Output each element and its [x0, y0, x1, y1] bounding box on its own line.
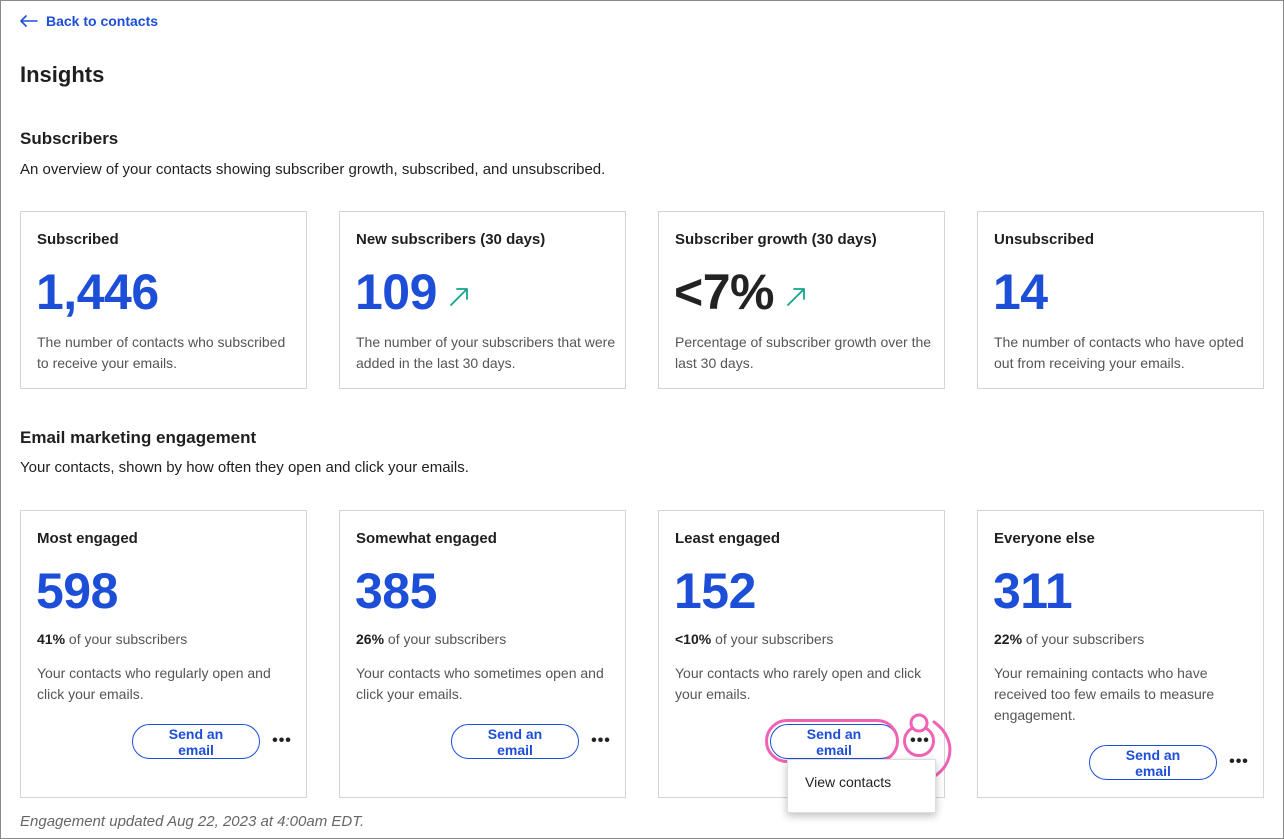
somewhat-engaged-count: 385 — [355, 563, 437, 619]
arrow-left-icon — [20, 15, 38, 27]
highlight-send-email — [765, 719, 899, 763]
back-link-label: Back to contacts — [46, 13, 159, 29]
card-title: Most engaged — [37, 530, 138, 547]
engagement-updated-note: Engagement updated Aug 22, 2023 at 4:00a… — [20, 813, 365, 830]
card-description: The number of contacts who subscribed to… — [37, 334, 286, 371]
more-options-icon[interactable]: ••• — [588, 728, 614, 754]
more-options-icon[interactable]: ••• — [269, 728, 295, 754]
percent-of-subscribers: 26% of your subscribers — [356, 631, 507, 647]
view-contacts-menu-item[interactable]: View contacts — [805, 774, 891, 790]
page-title: Insights — [20, 62, 105, 87]
subscriber-growth-card: Subscriber growth (30 days) <7% Percenta… — [658, 211, 945, 389]
least-engaged-count: 152 — [674, 563, 756, 619]
card-description: Your remaining contacts who have receive… — [994, 665, 1215, 723]
percent-of-subscribers: <10% of your subscribers — [675, 631, 834, 647]
new-subscribers-count: 109 — [355, 262, 469, 322]
engagement-section-title: Email marketing engagement — [20, 428, 257, 447]
unsubscribed-card: Unsubscribed 14 The number of contacts w… — [977, 211, 1264, 389]
percent-of-subscribers: 41% of your subscribers — [37, 631, 188, 647]
somewhat-engaged-card: Somewhat engaged 385 26% of your subscri… — [339, 510, 626, 798]
card-title: Somewhat engaged — [356, 530, 497, 547]
unsubscribed-count: 14 — [993, 264, 1048, 320]
subscriber-growth-value: <7% — [674, 262, 806, 322]
engagement-section-description: Your contacts, shown by how often they o… — [20, 459, 469, 476]
subscribed-card: Subscribed 1,446 The number of contacts … — [20, 211, 307, 389]
card-title: New subscribers (30 days) — [356, 231, 546, 248]
card-title: Unsubscribed — [994, 231, 1095, 248]
subscribers-section-title: Subscribers — [20, 129, 119, 148]
send-email-button[interactable]: Send an email — [1089, 745, 1217, 780]
card-description: The number of your subscribers that were… — [356, 334, 616, 371]
card-description: Your contacts who sometimes open and cli… — [356, 665, 604, 702]
everyone-else-card: Everyone else 311 22% of your subscriber… — [977, 510, 1264, 798]
more-options-menu: View contacts — [787, 759, 936, 813]
card-title: Least engaged — [675, 530, 781, 547]
back-to-contacts-link[interactable]: Back to contacts — [20, 13, 158, 29]
percent-of-subscribers: 22% of your subscribers — [994, 631, 1145, 647]
new-subscribers-card: New subscribers (30 days) 109 The number… — [339, 211, 626, 389]
card-description: Your contacts who rarely open and click … — [675, 665, 922, 702]
card-title: Subscriber growth (30 days) — [675, 231, 877, 248]
trending-up-icon — [450, 288, 468, 306]
card-title: Subscribed — [37, 231, 119, 248]
card-description: The number of contacts who have opted ou… — [994, 334, 1244, 371]
highlight-more-options — [903, 725, 935, 757]
card-title: Everyone else — [994, 530, 1095, 547]
subscribed-count: 1,446 — [36, 264, 159, 320]
more-options-icon[interactable]: ••• — [1226, 749, 1252, 775]
card-description: Your contacts who regularly open and cli… — [37, 665, 271, 702]
card-description: Percentage of subscriber growth over the… — [675, 334, 932, 371]
everyone-else-count: 311 — [993, 563, 1073, 619]
send-email-button[interactable]: Send an email — [132, 724, 260, 759]
most-engaged-card: Most engaged 598 41% of your subscribers… — [20, 510, 307, 798]
most-engaged-count: 598 — [36, 563, 118, 619]
subscribers-section-description: An overview of your contacts showing sub… — [20, 161, 606, 178]
send-email-button[interactable]: Send an email — [451, 724, 579, 759]
trending-up-icon — [787, 288, 805, 306]
